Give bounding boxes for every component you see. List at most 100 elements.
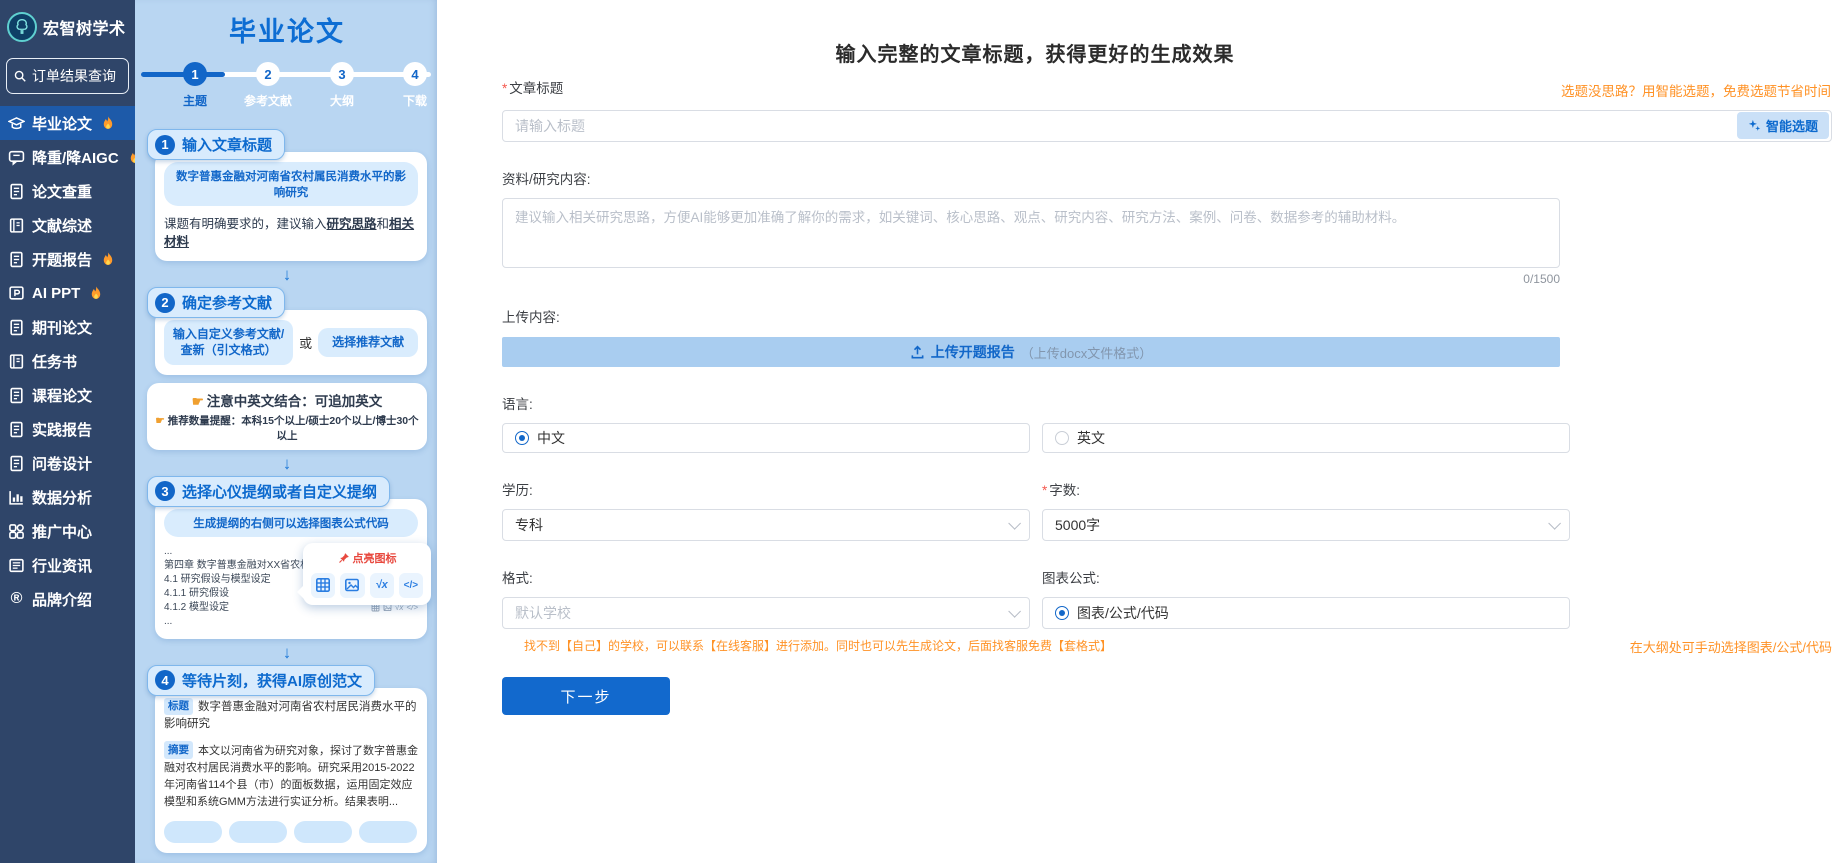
step-circle-4[interactable]: 4: [403, 62, 427, 86]
order-result-search[interactable]: 订单结果查询: [6, 58, 129, 94]
sidebar-item-journal-paper[interactable]: 期刊论文: [0, 310, 135, 344]
school-format-select[interactable]: 默认学校: [502, 597, 1030, 629]
guide-section1-badge: 1 输入文章标题: [147, 129, 285, 160]
section-title: 等待片刻，获得AI原创范文: [182, 670, 362, 691]
sample-title: 标题数字普惠金融对河南省农村居民消费水平的影响研究: [164, 698, 418, 734]
grid-icon: [8, 523, 25, 540]
sidebar-item-label: AI PPT: [32, 285, 80, 302]
sidebar-item-brand-intro[interactable]: ® 品牌介绍: [0, 582, 135, 616]
document-icon: [8, 251, 25, 268]
sidebar-item-label: 品牌介绍: [32, 589, 92, 610]
document-icon: [8, 319, 25, 336]
pin-icon: [338, 552, 350, 564]
sparkle-icon: [1748, 119, 1761, 132]
pointing-finger-icon: ☛: [192, 394, 204, 409]
guide-section1-card: 数字普惠金融对河南省农村属民消费水平的影响研究 课题有明确要求的，建议输入研究思…: [155, 152, 427, 261]
guide-section2-card: 输入自定义参考文献/查新（引文格式） 或 选择推荐文献: [155, 310, 427, 374]
upload-proposal-button[interactable]: 上传开题报告 （上传docx文件格式）: [502, 337, 1560, 367]
sidebar-item-graduation-thesis[interactable]: 毕业论文: [0, 106, 135, 140]
sidebar-item-label: 文献综述: [32, 215, 92, 236]
section-number: 2: [155, 293, 175, 313]
order-search-label: 订单结果查询: [32, 66, 116, 86]
sidebar: 宏智树学术 订单结果查询 毕业论文 降重/降AIGC 论文查重 文献综述 开题报…: [0, 0, 135, 863]
newspaper-icon: [8, 557, 25, 574]
document-icon: [8, 455, 25, 472]
step-circle-3[interactable]: 3: [330, 62, 354, 86]
page-title: 输入完整的文章标题，获得更好的生成效果: [502, 38, 1568, 67]
guide-section3-badge: 3 选择心仪提纲或者自定义提纲: [147, 476, 390, 507]
sidebar-item-reduce-aigc[interactable]: 降重/降AIGC: [0, 140, 135, 174]
word-count-label: *字数:: [1042, 479, 1570, 499]
degree-select[interactable]: 专科: [502, 509, 1030, 541]
code-icon-button[interactable]: </>: [399, 573, 423, 598]
step-circle-2[interactable]: 2: [256, 62, 280, 86]
sidebar-item-proposal-report[interactable]: 开题报告: [0, 242, 135, 276]
workflow-guide-panel: 毕业论文 1 2 3 4 主题 参考文献 大纲 下载 1 输入文章标题 数字普惠…: [135, 0, 437, 863]
sidebar-item-practice-report[interactable]: 实践报告: [0, 412, 135, 446]
sidebar-item-label: 推广中心: [32, 521, 92, 542]
bar-chart-icon: [8, 489, 25, 506]
sidebar-item-ai-ppt[interactable]: AI PPT: [0, 276, 135, 310]
upload-section-label: 上传内容:: [502, 306, 1832, 326]
tip-sub: ☛推荐数量提醒：本科15个以上/硕士20个以上/博士30个以上: [153, 413, 421, 443]
radio-selected-icon: [515, 431, 529, 445]
flame-icon: [128, 150, 135, 165]
flame-icon: [101, 252, 115, 267]
table-icon-button[interactable]: [311, 573, 335, 598]
option-label: 中文: [537, 428, 565, 448]
language-option-chinese[interactable]: 中文: [502, 423, 1030, 453]
sidebar-item-label: 毕业论文: [32, 113, 92, 134]
sidebar-item-plagiarism-check[interactable]: 论文查重: [0, 174, 135, 208]
sidebar-item-literature-review[interactable]: 文献综述: [0, 208, 135, 242]
brand-name: 宏智树学术: [43, 15, 126, 39]
radio-unselected-icon: [1055, 431, 1069, 445]
next-step-button[interactable]: 下一步: [502, 677, 670, 715]
graduation-cap-icon: [8, 115, 25, 132]
step-circle-1[interactable]: 1: [183, 62, 207, 86]
image-icon-button[interactable]: [340, 573, 364, 598]
references-tip-card: ☛注意中英文结合：可追加英文 ☛推荐数量提醒：本科15个以上/硕士20个以上/博…: [147, 383, 427, 450]
chart-formula-option[interactable]: 图表/公式/代码: [1042, 597, 1570, 629]
language-option-english[interactable]: 英文: [1042, 423, 1570, 453]
section-number: 1: [155, 135, 175, 155]
step-label-references: 参考文献: [244, 92, 292, 109]
registered-icon: ®: [8, 590, 25, 608]
format-label: 格式:: [502, 567, 1030, 587]
school-format-note: 找不到【自己】的学校，可以联系【在线客服】进行添加。同时也可以先生成论文，后面找…: [524, 637, 1112, 654]
sidebar-item-label: 论文查重: [32, 181, 92, 202]
thesis-form: 输入完整的文章标题，获得更好的生成效果 选题没思路？用智能选题，免费选题节省时间…: [437, 0, 1837, 863]
sidebar-item-data-analysis[interactable]: 数据分析: [0, 480, 135, 514]
flame-icon: [101, 116, 115, 131]
section1-note: 课题有明确要求的，建议输入研究思路和相关材料: [164, 215, 418, 251]
section-number: 3: [155, 481, 175, 501]
down-arrow-icon: ↓: [147, 454, 427, 474]
smart-topic-help-link[interactable]: 选题没思路？用智能选题，免费选题节省时间: [1561, 80, 1831, 100]
word-count-value: 5000字: [1055, 515, 1548, 535]
search-icon: [13, 69, 27, 83]
sidebar-item-label: 课程论文: [32, 385, 92, 406]
tooltip-label: 点亮图标: [311, 550, 423, 566]
required-asterisk: *: [502, 81, 507, 96]
sidebar-item-label: 行业资讯: [32, 555, 92, 576]
custom-references-pill: 输入自定义参考文献/查新（引文格式）: [164, 320, 293, 364]
research-content-textarea[interactable]: [502, 198, 1560, 268]
sidebar-item-course-paper[interactable]: 课程论文: [0, 378, 135, 412]
word-count-select[interactable]: 5000字: [1042, 509, 1570, 541]
sidebar-item-label: 数据分析: [32, 487, 92, 508]
sidebar-item-task-book[interactable]: 任务书: [0, 344, 135, 378]
sidebar-item-industry-news[interactable]: 行业资讯: [0, 548, 135, 582]
step-label-outline: 大纲: [330, 92, 354, 109]
sidebar-item-promotion-center[interactable]: 推广中心: [0, 514, 135, 548]
down-arrow-icon: ↓: [147, 643, 427, 663]
chevron-down-icon: [1548, 517, 1561, 530]
flame-icon: [89, 286, 103, 301]
sidebar-item-questionnaire-design[interactable]: 问卷设计: [0, 446, 135, 480]
formula-icon-button[interactable]: √x: [370, 573, 394, 598]
abstract-tag: 摘要: [164, 741, 193, 759]
pointing-finger-icon: ☛: [155, 415, 164, 427]
title-input[interactable]: [502, 110, 1832, 142]
guide-section4-card: 标题数字普惠金融对河南省农村居民消费水平的影响研究 摘要本文以河南省为研究对象，…: [155, 688, 427, 854]
guide-title: 毕业论文: [147, 10, 427, 49]
smart-topic-button[interactable]: 智能选题: [1737, 112, 1829, 139]
guide-section2-badge: 2 确定参考文献: [147, 287, 285, 318]
